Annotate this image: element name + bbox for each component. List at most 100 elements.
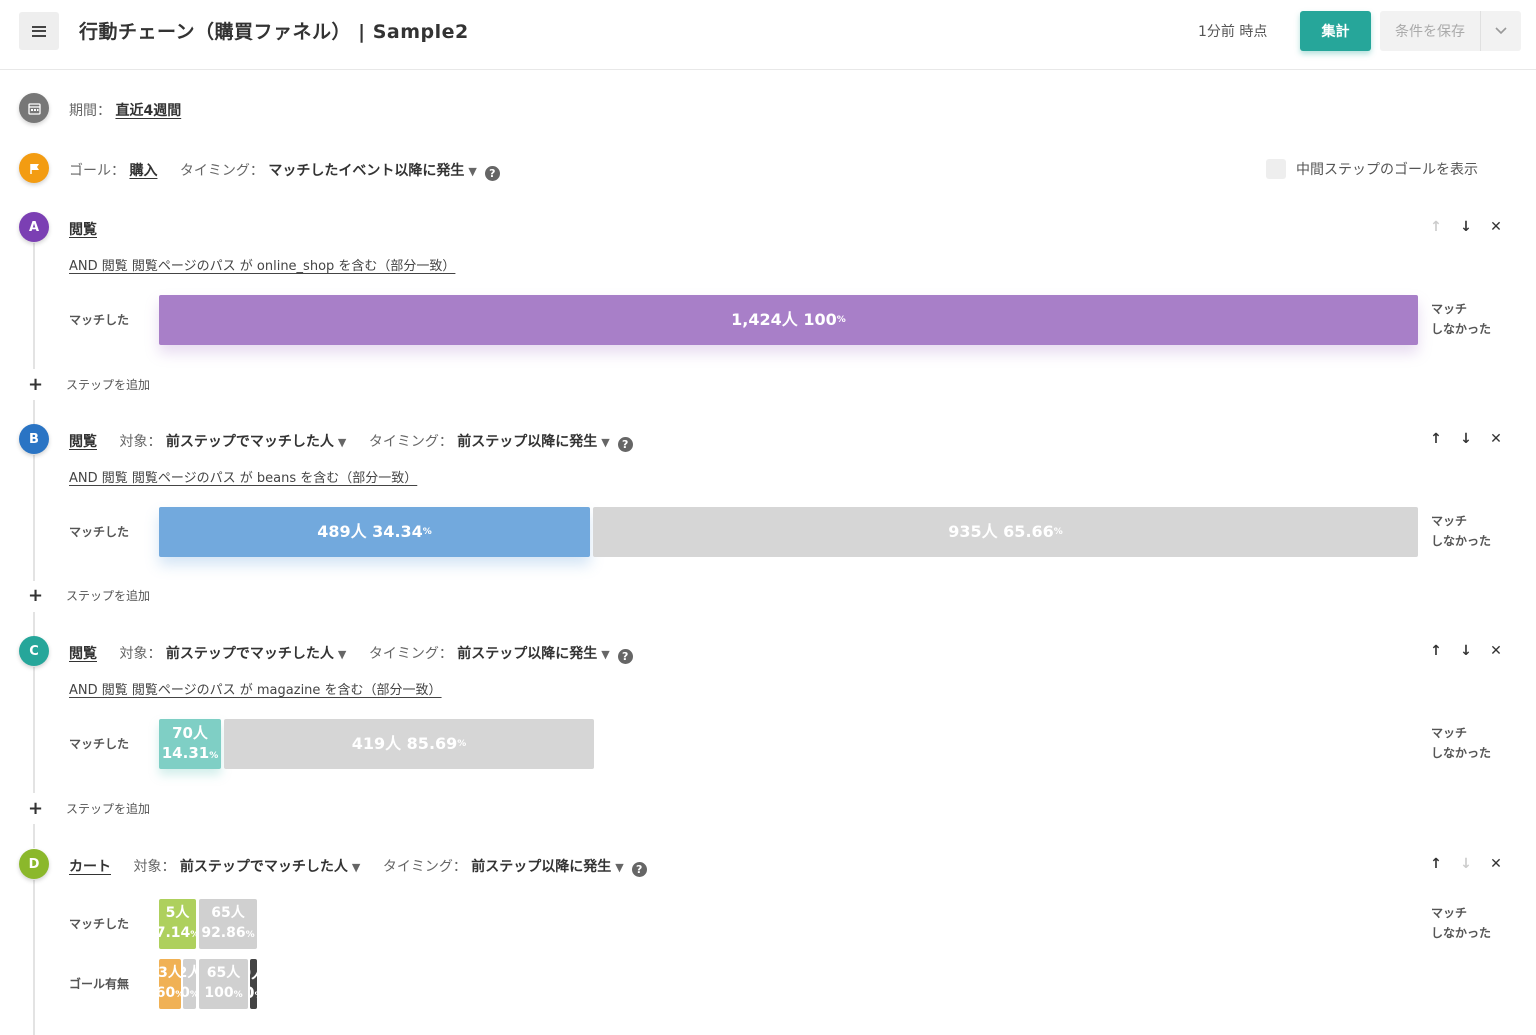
timing-label: タイミング： [382, 859, 467, 875]
bar-pct: 85.69 [406, 734, 458, 753]
bar-pct-unit: % [209, 750, 219, 761]
step-a-condition-link[interactable]: AND 閲覧 閲覧ページのパス が online_shop を含む（部分一致） [69, 255, 455, 274]
step-a-matched-bar[interactable]: 1,424人 100% [159, 295, 1418, 345]
timeline-line [33, 243, 35, 369]
step-b-event-link[interactable]: 閲覧 [69, 434, 97, 450]
bar-pct: 34.34 [372, 522, 423, 541]
step-c-event-link[interactable]: 閲覧 [69, 646, 97, 662]
bar-pct-unit: % [1053, 527, 1063, 537]
goal-timing-value[interactable]: マッチしたイベント以降に発生 [268, 163, 464, 179]
step-d-unmatched-bar[interactable]: 65人 92.86% [199, 899, 257, 949]
bar-count: 489人 [317, 522, 367, 541]
arrow-down-icon[interactable]: ↓ [1458, 431, 1474, 447]
chevron-down-icon[interactable]: ▼ [601, 648, 609, 661]
plus-icon: + [28, 584, 44, 606]
step-c-matched-bar[interactable]: 70人 14.31% [159, 719, 221, 769]
bar-pct: 100 [204, 985, 234, 1001]
step-d-goal-unmatched-yes-bar[interactable]: 0人 0% [250, 959, 257, 1009]
matched-label: マッチした [69, 313, 130, 327]
chevron-down-icon[interactable]: ▼ [601, 436, 609, 449]
step-d-goal-unmatched-no-bar[interactable]: 65人 100% [199, 959, 248, 1009]
plus-icon: + [28, 797, 44, 819]
menu-button[interactable] [19, 12, 59, 50]
chevron-down-icon[interactable]: ▼ [338, 648, 346, 661]
timing-label: タイミング： [368, 646, 453, 662]
run-aggregate-button[interactable]: 集計 [1300, 11, 1371, 51]
step-b-target-value[interactable]: 前ステップでマッチした人 [166, 434, 334, 450]
unmatched-label-line2: しなかった [1431, 746, 1492, 760]
step-c-condition-link[interactable]: AND 閲覧 閲覧ページのパス が magazine を含む（部分一致） [69, 679, 442, 698]
period-label: 期間： [69, 103, 111, 119]
target-label: 対象： [133, 859, 176, 875]
step-b-timing-value[interactable]: 前ステップ以降に発生 [457, 434, 597, 450]
bar-pct: 0 [183, 985, 190, 1001]
step-d-goal-matched-no-bar[interactable]: 2人 0% [183, 959, 196, 1009]
bar-pct-unit: % [190, 930, 196, 940]
unmatched-label: マッチ しなかった [1431, 723, 1491, 763]
checkbox[interactable] [1266, 159, 1286, 179]
timeline-line [33, 400, 35, 424]
step-a-event-link[interactable]: 閲覧 [69, 222, 97, 238]
bar-pct: 92.86 [201, 925, 246, 941]
goal-timing-label: タイミング： [179, 163, 264, 179]
unmatched-label: マッチ しなかった [1431, 903, 1491, 943]
goal-label: ゴール： [69, 163, 125, 179]
step-b-matched-bar[interactable]: 489人 34.34% [159, 507, 590, 557]
add-step-label: ステップを追加 [66, 378, 151, 392]
step-d-timing-value[interactable]: 前ステップ以降に発生 [471, 859, 611, 875]
chevron-down-icon[interactable]: ▼ [468, 165, 476, 178]
close-icon[interactable]: ✕ [1488, 856, 1504, 872]
add-step-button[interactable]: + ステップを追加 [28, 797, 150, 819]
arrow-down-icon[interactable]: ↓ [1458, 219, 1474, 235]
arrow-up-icon[interactable]: ↑ [1428, 643, 1444, 659]
step-c-unmatched-bar[interactable]: 419人 85.69% [224, 719, 594, 769]
step-b-header: 閲覧 対象： 前ステップでマッチした人 ▼ タイミング： 前ステップ以降に発生 ▼? [69, 431, 633, 452]
bar-pct-unit: % [457, 739, 467, 749]
unmatched-label-line2: しなかった [1431, 534, 1492, 548]
timing-label: タイミング： [368, 434, 453, 450]
bar-pct: 60 [159, 985, 176, 1001]
add-step-button[interactable]: + ステップを追加 [28, 584, 150, 606]
help-icon[interactable]: ? [484, 166, 500, 181]
step-d-matched-bar[interactable]: 5人 7.14% [159, 899, 196, 949]
save-dropdown-toggle[interactable] [1481, 11, 1521, 51]
step-c-timing-value[interactable]: 前ステップ以降に発生 [457, 646, 597, 662]
last-updated-timestamp: 1分前 時点 [1198, 24, 1268, 40]
help-icon[interactable]: ? [617, 649, 633, 664]
period-row: 期間： 直近4週間 [69, 100, 181, 120]
unmatched-label-line1: マッチ [1431, 302, 1468, 316]
close-icon[interactable]: ✕ [1488, 431, 1504, 447]
help-icon[interactable]: ? [617, 437, 633, 452]
bar-count: 5人 [165, 905, 190, 921]
step-d-event-link[interactable]: カート [69, 859, 111, 875]
step-d-goal-matched-yes-bar[interactable]: 3人 60% [159, 959, 181, 1009]
goal-value-link[interactable]: 購入 [129, 163, 157, 179]
flag-icon [19, 153, 49, 183]
step-b-condition-link[interactable]: AND 閲覧 閲覧ページのパス が beans を含む（部分一致） [69, 467, 417, 486]
show-intermediate-goal-toggle[interactable]: 中間ステップのゴールを表示 [1266, 159, 1478, 179]
close-icon[interactable]: ✕ [1488, 219, 1504, 235]
arrow-up-icon[interactable]: ↑ [1428, 431, 1444, 447]
step-c-controls: ↑ ↓ ✕ [1428, 643, 1504, 659]
bar-pct: 14.31 [161, 743, 210, 762]
chevron-down-icon[interactable]: ▼ [338, 436, 346, 449]
show-intermediate-goal-label: 中間ステップのゴールを表示 [1296, 162, 1478, 178]
chevron-down-icon[interactable]: ▼ [352, 861, 360, 874]
help-icon[interactable]: ? [631, 862, 647, 877]
period-value-link[interactable]: 直近4週間 [115, 103, 181, 119]
bar-pct-unit: % [190, 990, 196, 1000]
arrow-up-icon[interactable]: ↑ [1428, 856, 1444, 872]
close-icon[interactable]: ✕ [1488, 643, 1504, 659]
step-d-target-value[interactable]: 前ステップでマッチした人 [180, 859, 348, 875]
step-b-unmatched-bar[interactable]: 935人 65.66% [593, 507, 1418, 557]
step-c-target-value[interactable]: 前ステップでマッチした人 [166, 646, 334, 662]
chevron-down-icon[interactable]: ▼ [615, 861, 623, 874]
bar-count: 2人 [183, 965, 196, 981]
unmatched-label-line1: マッチ [1431, 726, 1468, 740]
arrow-down-icon[interactable]: ↓ [1458, 643, 1474, 659]
goal-has-label: ゴール有無 [69, 977, 130, 991]
step-d-badge: D [19, 849, 49, 879]
save-conditions-button[interactable]: 条件を保存 [1380, 11, 1480, 51]
add-step-button[interactable]: + ステップを追加 [28, 375, 151, 393]
unmatched-label-line2: しなかった [1431, 926, 1492, 940]
